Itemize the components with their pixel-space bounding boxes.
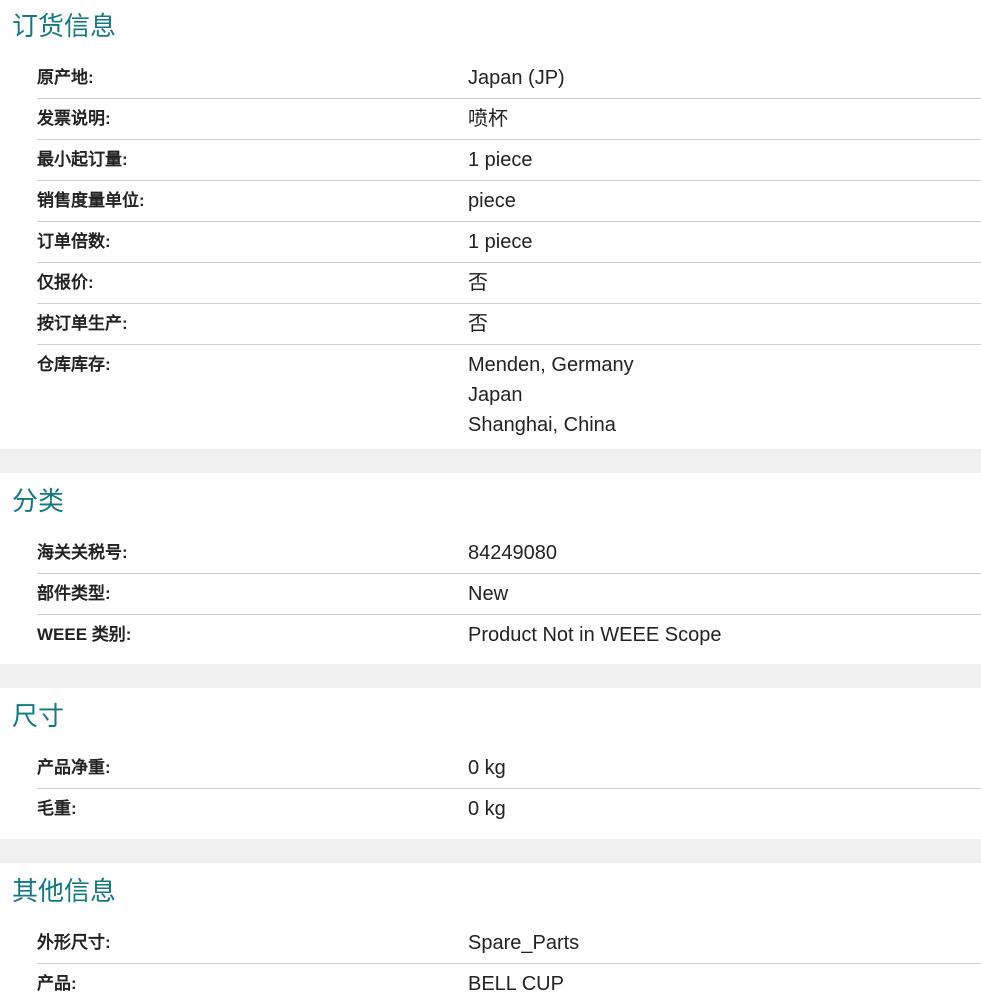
row-label: 毛重: bbox=[37, 799, 77, 818]
value-line: 否 bbox=[468, 313, 488, 335]
table-row: 销售度量单位: piece bbox=[37, 181, 981, 222]
row-label: 发票说明: bbox=[37, 109, 111, 128]
table-row: WEEE 类别: Product Not in WEEE Scope bbox=[37, 615, 981, 655]
value-line: 否 bbox=[468, 272, 488, 294]
section-other-info: 其他信息 外形尺寸: Spare_Parts 产品: BELL CUP bbox=[0, 863, 981, 1000]
value-line: 0 kg bbox=[468, 798, 506, 820]
section-title-other-info: 其他信息 bbox=[12, 877, 117, 907]
row-label: 最小起订量: bbox=[37, 150, 128, 169]
section-dimensions: 尺寸 产品净重: 0 kg 毛重: 0 kg bbox=[0, 688, 981, 839]
row-label: 仓库库存: bbox=[37, 355, 111, 374]
value-line: 1 piece bbox=[468, 231, 533, 253]
section-divider bbox=[0, 664, 981, 688]
row-label: 部件类型: bbox=[37, 584, 111, 603]
table-row: 订单倍数: 1 piece bbox=[37, 222, 981, 263]
row-label: 外形尺寸: bbox=[37, 933, 111, 952]
row-value: Japan (JP) bbox=[468, 58, 981, 98]
row-value: New bbox=[468, 574, 981, 614]
row-value: 喷杯 bbox=[468, 99, 981, 139]
row-value: 否 bbox=[468, 263, 981, 303]
row-label: 按订单生产: bbox=[37, 314, 128, 333]
table-row: 外形尺寸: Spare_Parts bbox=[37, 923, 981, 964]
row-label: 仅报价: bbox=[37, 273, 94, 292]
table-row: 毛重: 0 kg bbox=[37, 789, 981, 829]
value-line: New bbox=[468, 583, 509, 605]
section-divider bbox=[0, 839, 981, 863]
row-label: 订单倍数: bbox=[37, 232, 111, 251]
value-line: Japan (JP) bbox=[468, 67, 565, 89]
row-value: 84249080 bbox=[468, 533, 981, 573]
row-value: 0 kg bbox=[468, 748, 981, 788]
row-label: 海关关税号: bbox=[37, 543, 128, 562]
table-row: 按订单生产: 否 bbox=[37, 304, 981, 345]
value-line: Menden, Germany bbox=[468, 354, 634, 376]
row-value: 0 kg bbox=[468, 789, 981, 829]
value-line: 84249080 bbox=[468, 542, 557, 564]
table-row: 原产地: Japan (JP) bbox=[37, 58, 981, 99]
row-label: WEEE 类别: bbox=[37, 625, 132, 644]
dimensions-table: 产品净重: 0 kg 毛重: 0 kg bbox=[37, 748, 981, 829]
row-label: 产品: bbox=[37, 974, 77, 993]
row-label: 原产地: bbox=[37, 68, 94, 87]
other-info-table: 外形尺寸: Spare_Parts 产品: BELL CUP bbox=[37, 923, 981, 1000]
table-row: 仅报价: 否 bbox=[37, 263, 981, 304]
section-classification: 分类 海关关税号: 84249080 部件类型: New WEEE 类别: Pr… bbox=[0, 473, 981, 664]
row-label: 销售度量单位: bbox=[37, 191, 145, 210]
section-title-ordering-info: 订货信息 bbox=[12, 12, 117, 42]
section-divider bbox=[0, 449, 981, 473]
table-row: 海关关税号: 84249080 bbox=[37, 533, 981, 574]
value-line: 喷杯 bbox=[468, 108, 508, 130]
row-value: 1 piece bbox=[468, 140, 981, 180]
ordering-info-table: 原产地: Japan (JP) 发票说明: 喷杯 最小起订量: 1 piece … bbox=[37, 58, 981, 445]
table-row: 最小起订量: 1 piece bbox=[37, 140, 981, 181]
classification-table: 海关关税号: 84249080 部件类型: New WEEE 类别: Produ… bbox=[37, 533, 981, 655]
row-value: 否 bbox=[468, 304, 981, 344]
value-line: Japan bbox=[468, 384, 523, 406]
row-value: Menden, Germany Japan Shanghai, China bbox=[468, 345, 981, 445]
value-line: Product Not in WEEE Scope bbox=[468, 624, 722, 646]
value-line: BELL CUP bbox=[468, 973, 564, 995]
table-row: 仓库库存: Menden, Germany Japan Shanghai, Ch… bbox=[37, 345, 981, 445]
row-value: BELL CUP bbox=[468, 964, 981, 1000]
value-line: 1 piece bbox=[468, 149, 533, 171]
row-value: piece bbox=[468, 181, 981, 221]
value-line: 0 kg bbox=[468, 757, 506, 779]
section-ordering-info: 订货信息 原产地: Japan (JP) 发票说明: 喷杯 最小起订量: 1 p… bbox=[0, 0, 981, 449]
row-value: Spare_Parts bbox=[468, 923, 981, 963]
table-row: 产品: BELL CUP bbox=[37, 964, 981, 1000]
value-line: Spare_Parts bbox=[468, 932, 580, 954]
table-row: 产品净重: 0 kg bbox=[37, 748, 981, 789]
row-label: 产品净重: bbox=[37, 758, 111, 777]
value-line: Shanghai, China bbox=[468, 414, 616, 436]
section-title-dimensions: 尺寸 bbox=[12, 702, 65, 732]
table-row: 部件类型: New bbox=[37, 574, 981, 615]
table-row: 发票说明: 喷杯 bbox=[37, 99, 981, 140]
value-line: piece bbox=[468, 190, 516, 212]
row-value: 1 piece bbox=[468, 222, 981, 262]
section-title-classification: 分类 bbox=[12, 487, 65, 517]
row-value: Product Not in WEEE Scope bbox=[468, 615, 981, 655]
